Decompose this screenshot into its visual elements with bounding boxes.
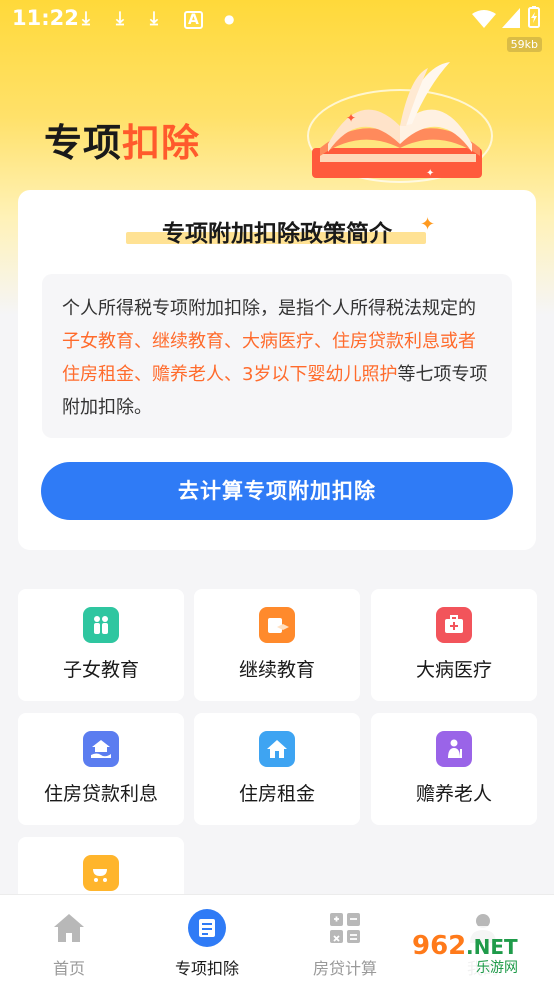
tab-label: 首页	[52, 959, 85, 978]
sparkle-icon: ✦	[420, 214, 436, 235]
home-icon	[54, 914, 84, 942]
graduation-icon	[259, 607, 295, 643]
tile-label: 住房租金	[238, 783, 315, 805]
tile-infant-care[interactable]	[18, 837, 184, 897]
tile-housing-loan-interest[interactable]: 住房贷款利息	[18, 713, 184, 825]
medical-kit-icon	[436, 607, 472, 643]
svg-text:.NET: .NET	[466, 935, 518, 959]
book-illustration: ✦ ✦	[307, 62, 493, 183]
tile-label: 赡养老人	[415, 783, 492, 805]
stroller-icon	[83, 855, 119, 891]
tile-elderly-support[interactable]: 赡养老人	[371, 713, 537, 825]
svg-text:962: 962	[412, 931, 466, 961]
policy-text-intro: 个人所得税专项附加扣除，是指个人所得税法规定的	[62, 298, 476, 319]
tile-housing-rent[interactable]: 住房租金	[194, 713, 360, 825]
elder-icon	[436, 731, 472, 767]
tile-label: 大病医疗	[415, 659, 492, 681]
deduction-icon	[188, 909, 226, 947]
tile-label: 住房贷款利息	[43, 783, 158, 805]
network-speed: 59kb	[506, 37, 542, 52]
status-time: 11:22	[12, 6, 79, 30]
signal-icon	[502, 8, 520, 28]
app-notification-icon: A	[184, 11, 203, 29]
page-title: 专项扣除	[44, 112, 200, 167]
page-title-part1: 专项	[44, 121, 123, 165]
dot-icon: ●	[224, 12, 235, 26]
tab-deduction[interactable]: 专项扣除	[138, 895, 276, 984]
calculate-deduction-button[interactable]: 去计算专项附加扣除	[41, 462, 513, 520]
svg-text:✦: ✦	[426, 168, 434, 179]
tile-continuing-education[interactable]: 继续教育	[194, 589, 360, 701]
bottom-tab-bar: 首页 专项扣除 房贷计算 我的 962 .NET 乐游网	[0, 894, 554, 984]
status-bar: 11:22 ⤓ ⤓ ⤓ A ● 59kb	[0, 0, 554, 52]
tile-serious-illness[interactable]: 大病医疗	[371, 589, 537, 701]
battery-icon	[528, 6, 540, 28]
svg-text:✦: ✦	[346, 111, 356, 125]
tab-label: 专项扣除	[174, 959, 239, 978]
tab-mortgage-calculator[interactable]: 房贷计算	[276, 895, 414, 984]
calculator-icon	[330, 913, 360, 943]
house-icon	[259, 731, 295, 767]
download-icon: ⤓	[116, 8, 124, 29]
policy-card: 专项附加扣除政策简介 ✦ 个人所得税专项附加扣除，是指个人所得税法规定的子女教育…	[18, 190, 536, 550]
wifi-icon	[472, 10, 496, 28]
policy-heading: 专项附加扣除政策简介	[162, 221, 392, 247]
tile-children-education[interactable]: 子女教育	[18, 589, 184, 701]
download-icon: ⤓	[82, 8, 90, 29]
policy-description: 个人所得税专项附加扣除，是指个人所得税法规定的子女教育、继续教育、大病医疗、住房…	[42, 274, 512, 438]
family-icon	[83, 607, 119, 643]
tab-label: 房贷计算	[312, 959, 377, 978]
tile-label: 子女教育	[62, 659, 139, 681]
tile-label: 继续教育	[238, 659, 315, 681]
svg-text:乐游网: 乐游网	[476, 960, 518, 976]
page-title-part2: 扣除	[122, 121, 201, 165]
house-hand-icon	[83, 731, 119, 767]
tab-home[interactable]: 首页	[0, 895, 138, 984]
watermark-logo: 962 .NET 乐游网	[406, 926, 548, 976]
download-icon: ⤓	[150, 8, 158, 29]
